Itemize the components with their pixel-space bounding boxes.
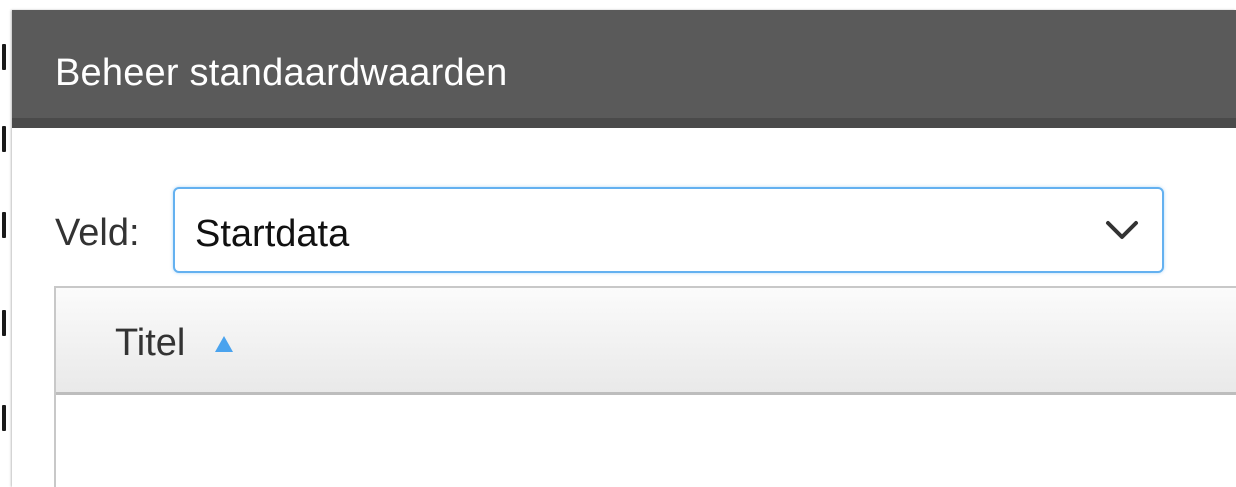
background-text-fragment bbox=[2, 44, 6, 70]
defaults-grid: Titel bbox=[54, 286, 1236, 487]
sort-ascending-icon bbox=[215, 336, 233, 352]
field-select[interactable]: Startdata bbox=[173, 187, 1164, 273]
background-text-fragment bbox=[2, 126, 6, 152]
dialog-header: Beheer standaardwaarden bbox=[12, 10, 1236, 128]
background-text-fragment bbox=[2, 405, 6, 431]
column-header-label: Titel bbox=[115, 322, 186, 364]
background-window-edge bbox=[0, 0, 12, 487]
manage-defaults-dialog: Beheer standaardwaarden Veld: Startdata … bbox=[12, 10, 1236, 487]
field-label: Veld: bbox=[55, 212, 140, 254]
dialog-title: Beheer standaardwaarden bbox=[55, 52, 508, 94]
column-header-titel[interactable]: Titel bbox=[56, 288, 1236, 395]
grid-body bbox=[56, 395, 1236, 487]
background-text-fragment bbox=[2, 212, 6, 238]
background-text-fragment bbox=[2, 310, 6, 336]
chevron-down-icon bbox=[1106, 221, 1138, 239]
page: Beheer standaardwaarden Veld: Startdata … bbox=[0, 0, 1236, 487]
field-select-value: Startdata bbox=[195, 213, 350, 255]
